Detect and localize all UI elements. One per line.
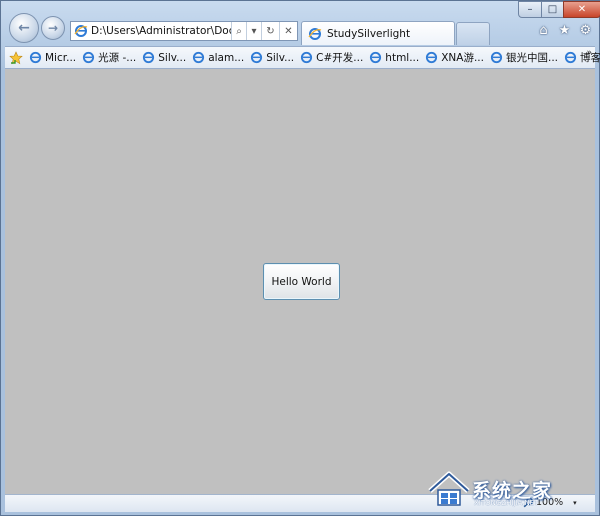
favorite-link[interactable]: Silv... bbox=[140, 48, 189, 67]
watermark-subtext: XITONGZHIJIA.NET bbox=[474, 499, 539, 507]
favorite-link[interactable]: html... bbox=[367, 48, 422, 67]
favorite-label: C#开发... bbox=[316, 52, 364, 64]
ie-favorite-icon bbox=[301, 51, 313, 64]
favorites-list: Micr... 光源 -... Silv... alam... Silv... … bbox=[27, 48, 600, 67]
favorite-label: html... bbox=[385, 51, 420, 64]
ie-favorite-icon bbox=[29, 51, 42, 64]
ie-favorite-icon bbox=[193, 51, 205, 64]
title-bar: ← → D:\Users\Administrator\Docume ⌕ ▾ ↻ … bbox=[1, 1, 600, 45]
command-icons: ⌂ ★ ⚙ bbox=[536, 23, 593, 38]
favorite-label: alam... bbox=[208, 51, 245, 64]
favorite-link[interactable]: C#开发... bbox=[298, 48, 366, 67]
tools-gear-icon[interactable]: ⚙ bbox=[578, 23, 593, 38]
favorite-label: 银光中国... bbox=[505, 52, 558, 64]
favorite-link[interactable]: 光源 -... bbox=[80, 48, 139, 67]
refresh-icon[interactable]: ↻ bbox=[261, 22, 279, 40]
ie-tab-icon bbox=[308, 27, 322, 40]
home-icon[interactable]: ⌂ bbox=[536, 23, 551, 38]
search-icon[interactable]: ⌕ bbox=[231, 22, 246, 40]
hello-world-button[interactable]: Hello World bbox=[263, 263, 340, 300]
browser-window: ← → D:\Users\Administrator\Docume ⌕ ▾ ↻ … bbox=[0, 0, 600, 516]
favorite-link[interactable]: 银光中国... bbox=[488, 48, 561, 67]
address-bar[interactable]: D:\Users\Administrator\Docume ⌕ ▾ ↻ ✕ bbox=[70, 21, 298, 41]
tab-studysilverlight[interactable]: StudySilverlight bbox=[301, 21, 455, 45]
silverlight-content: Hello World bbox=[5, 69, 595, 494]
ie-favorite-icon bbox=[490, 51, 503, 64]
stop-icon[interactable]: ✕ bbox=[279, 22, 297, 40]
ie-favorite-icon bbox=[370, 51, 382, 64]
address-dropdown-icon[interactable]: ▾ bbox=[246, 22, 261, 40]
favorites-bar: Micr... 光源 -... Silv... alam... Silv... … bbox=[5, 46, 600, 69]
ie-favorite-icon bbox=[251, 51, 263, 64]
back-button[interactable]: ← bbox=[9, 13, 39, 43]
tab-label: StudySilverlight bbox=[327, 27, 411, 40]
favorites-add-icon[interactable] bbox=[9, 50, 23, 65]
favorite-link[interactable]: XNA游... bbox=[423, 48, 487, 67]
favorite-label: 光源 -... bbox=[98, 52, 137, 64]
ie-favorite-icon bbox=[564, 51, 577, 64]
maximize-button[interactable]: □ bbox=[541, 1, 564, 18]
favorite-label: XNA游... bbox=[441, 52, 484, 64]
close-button[interactable]: ✕ bbox=[563, 1, 600, 18]
favorite-link[interactable]: alam... bbox=[190, 48, 247, 67]
address-url[interactable]: D:\Users\Administrator\Docume bbox=[91, 25, 231, 37]
ie-favorite-icon bbox=[83, 51, 95, 64]
favorite-link[interactable]: Micr... bbox=[27, 48, 79, 67]
ie-favorite-icon bbox=[426, 51, 438, 64]
ie-page-icon bbox=[74, 25, 88, 37]
site-watermark: 系统之家 XITONGZHIJIA.NET bbox=[426, 466, 600, 512]
minimize-button[interactable]: – bbox=[518, 1, 542, 18]
favorite-label: Silv... bbox=[266, 51, 295, 64]
new-tab-button[interactable] bbox=[456, 22, 490, 45]
favorites-star-icon[interactable]: ★ bbox=[557, 23, 572, 38]
forward-arrow-icon: → bbox=[47, 21, 59, 35]
ie-favorite-icon bbox=[143, 51, 155, 64]
favorites-overflow-icon[interactable]: » bbox=[586, 48, 592, 58]
favorite-link[interactable]: 博客园 ... bbox=[562, 48, 600, 67]
favorite-label: Silv... bbox=[158, 51, 187, 64]
watermark-house-logo bbox=[428, 471, 470, 506]
back-arrow-icon: ← bbox=[18, 20, 30, 36]
favorite-label: Micr... bbox=[45, 51, 77, 64]
favorite-link[interactable]: Silv... bbox=[248, 48, 297, 67]
forward-button[interactable]: → bbox=[41, 16, 65, 40]
